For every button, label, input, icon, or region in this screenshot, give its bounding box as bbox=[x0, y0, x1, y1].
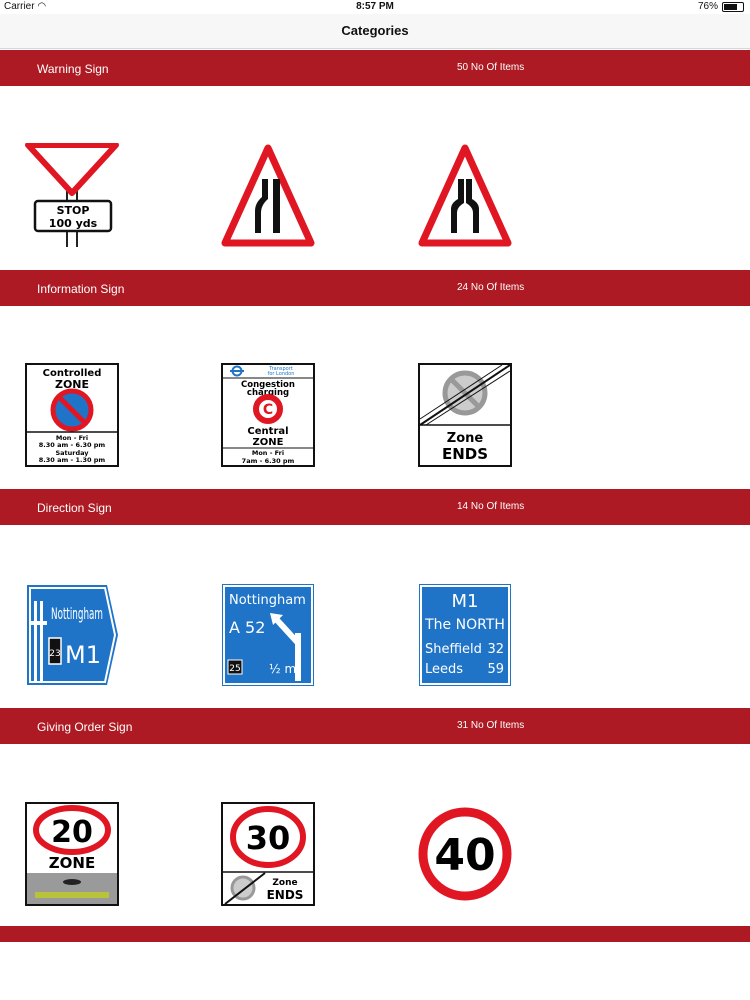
section-count: 31 No Of Items bbox=[457, 720, 525, 731]
sign-text: M1 bbox=[452, 591, 479, 612]
section-header-information[interactable]: Information Sign 24 No Of Items bbox=[0, 270, 750, 306]
sign-text: C bbox=[263, 402, 273, 418]
sign-road-narrows-both[interactable] bbox=[418, 143, 512, 247]
section-count: 50 No Of Items bbox=[457, 62, 525, 73]
sign-text: Zone bbox=[447, 431, 484, 446]
give-way-stop-icon: STOP 100 yds bbox=[25, 143, 119, 247]
sign-text: STOP bbox=[57, 204, 90, 217]
sign-text: Central bbox=[247, 426, 288, 437]
section-header-warning[interactable]: Warning Sign 50 No Of Items bbox=[0, 50, 750, 86]
direction-sign-icon: Nottingham A 52 25 ½ m bbox=[222, 584, 314, 686]
sign-text: 7am - 6.30 pm bbox=[242, 457, 295, 465]
section-title: Warning Sign bbox=[37, 62, 109, 76]
sign-text: Sheffield bbox=[425, 642, 482, 657]
sign-controlled-zone[interactable]: Controlled ZONE Mon - Fri 8.30 am - 6.30… bbox=[25, 363, 119, 467]
sign-text: ZONE bbox=[253, 437, 284, 448]
section-header-partial bbox=[0, 926, 750, 942]
section-header-direction[interactable]: Direction Sign 14 No Of Items bbox=[0, 489, 750, 525]
sign-text: 20 bbox=[51, 815, 93, 850]
sign-text: ZONE bbox=[49, 854, 95, 872]
section-row-warning: STOP 100 yds bbox=[0, 86, 750, 270]
sign-congestion-charging[interactable]: Transport for London Congestion charging… bbox=[221, 363, 315, 467]
status-bar: Carrier ◠ 8:57 PM 76% bbox=[0, 0, 750, 14]
sign-give-way-stop[interactable]: STOP 100 yds bbox=[25, 143, 119, 247]
speed-limit-40-icon: 40 bbox=[418, 807, 512, 901]
sign-text: for London bbox=[268, 371, 295, 377]
sign-text: Leeds bbox=[425, 662, 463, 677]
battery-indicator: 76% bbox=[698, 1, 744, 12]
sign-text: ENDS bbox=[442, 445, 488, 463]
section-title: Giving Order Sign bbox=[37, 720, 133, 734]
section-header-giving-order[interactable]: Giving Order Sign 31 No Of Items bbox=[0, 708, 750, 744]
page-title: Categories bbox=[341, 23, 409, 38]
controlled-zone-icon: Controlled ZONE Mon - Fri 8.30 am - 6.30… bbox=[25, 363, 119, 467]
sign-text: Nottingham bbox=[229, 593, 306, 608]
section-title: Information Sign bbox=[37, 282, 125, 296]
sign-text: The NORTH bbox=[424, 617, 505, 633]
sign-20-zone[interactable]: 20 ZONE bbox=[25, 802, 119, 906]
sign-30-zone-ends[interactable]: 30 Zone ENDS bbox=[221, 802, 315, 906]
section-row-giving-order: 20 ZONE 30 Zone ENDS 40 bbox=[0, 744, 750, 926]
section-count: 24 No Of Items bbox=[457, 282, 525, 293]
sign-text: 30 bbox=[246, 819, 291, 857]
sign-text: Zone bbox=[272, 878, 297, 888]
sign-text: ½ m bbox=[269, 662, 296, 676]
zone-ends-icon: Zone ENDS bbox=[418, 363, 512, 467]
sign-text: 23 bbox=[49, 649, 60, 659]
direction-sign-icon: M1 The NORTH Sheffield 32 Leeds 59 bbox=[419, 584, 511, 686]
sign-text: 25 bbox=[229, 664, 240, 674]
sign-text: 32 bbox=[487, 642, 504, 657]
battery-percent: 76% bbox=[697, 1, 718, 12]
battery-icon bbox=[722, 1, 744, 12]
direction-sign-icon: Nottingham 23 M1 bbox=[27, 585, 118, 685]
section-title: Direction Sign bbox=[37, 501, 112, 515]
section-count: 14 No Of Items bbox=[457, 501, 525, 512]
sign-text: M1 bbox=[65, 641, 101, 669]
sign-text: 100 yds bbox=[49, 217, 98, 230]
congestion-charging-icon: Transport for London Congestion charging… bbox=[221, 363, 315, 467]
sign-text: 40 bbox=[434, 830, 495, 881]
section-row-direction: Nottingham 23 M1 Nottingham A 52 25 ½ m … bbox=[0, 525, 750, 709]
road-narrows-icon bbox=[221, 144, 315, 247]
clock: 8:57 PM bbox=[356, 1, 394, 12]
sign-text: 8.30 am - 6.30 pm bbox=[39, 441, 106, 449]
speed-limit-20-zone-icon: 20 ZONE bbox=[25, 802, 119, 906]
sign-text: 59 bbox=[487, 662, 504, 677]
section-row-information: Controlled ZONE Mon - Fri 8.30 am - 6.30… bbox=[0, 306, 750, 490]
sign-text: Nottingham bbox=[51, 604, 103, 623]
sign-road-narrows-right[interactable] bbox=[221, 143, 315, 247]
sign-text: Mon - Fri bbox=[252, 449, 284, 457]
sign-zone-ends[interactable]: Zone ENDS bbox=[418, 363, 512, 467]
sign-direction-nottingham-a52[interactable]: Nottingham A 52 25 ½ m bbox=[221, 583, 315, 687]
sign-text: A 52 bbox=[229, 618, 265, 637]
sign-40-limit[interactable]: 40 bbox=[418, 802, 512, 906]
sign-direction-m1-north[interactable]: M1 The NORTH Sheffield 32 Leeds 59 bbox=[418, 583, 512, 687]
speed-limit-30-zone-ends-icon: 30 Zone ENDS bbox=[221, 802, 315, 906]
nav-bar: Categories bbox=[0, 14, 750, 49]
road-narrows-icon bbox=[418, 144, 512, 247]
sign-text: ENDS bbox=[267, 888, 304, 902]
sign-text: 8.30 am - 1.30 pm bbox=[39, 456, 106, 464]
sign-direction-nottingham-m1[interactable]: Nottingham 23 M1 bbox=[25, 583, 119, 687]
